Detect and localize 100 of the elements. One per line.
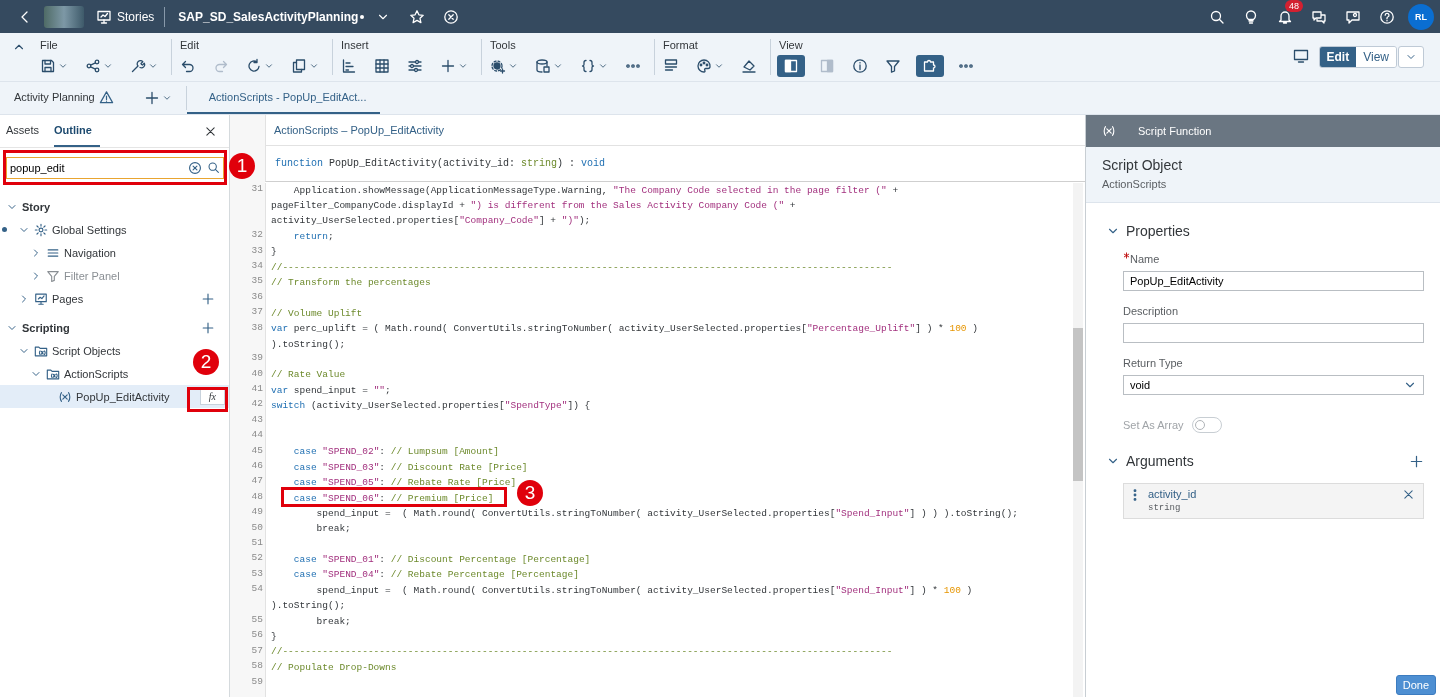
code-line: activity_UserSelected.properties["Company_Code"] + ")"); (271, 216, 591, 227)
code-line: case "SPEND_04": // Rebate Percentage [Percentage] (293, 570, 579, 581)
line-number: 51 (250, 537, 263, 550)
code-line: pageFilter_CompanyCode.displayId + ") is different from the Sales Activity Company Code (" + (271, 201, 796, 212)
script-folder-icon (34, 343, 48, 358)
code-line: case "SPEND_05": // Rebate Rate [Price] (293, 478, 517, 489)
line-number: 36 (250, 290, 263, 304)
tree-item[interactable]: Global Settings (52, 223, 127, 236)
mode-toggle[interactable]: Edit (1319, 47, 1357, 67)
settings-icon (34, 222, 48, 237)
scrollbar[interactable] (1073, 183, 1083, 697)
code-line: case "SPEND_03": // Discount Rate [Price] (293, 462, 528, 473)
code-line: break; (316, 524, 351, 535)
info-icon (852, 58, 868, 74)
left-panel-button[interactable] (777, 55, 805, 77)
text-field[interactable] (1123, 323, 1424, 343)
line-number: 44 (250, 429, 263, 443)
monitor-icon (1292, 47, 1309, 64)
code-line: ).toString(); (271, 339, 346, 350)
add-button[interactable] (201, 320, 215, 335)
code-line: case "SPEND_02": // Lumpsum [Amount] (293, 447, 500, 458)
text-field[interactable]: PopUp_EditActivity (1123, 271, 1424, 291)
line-number: 31 (250, 183, 263, 196)
code-line: spend_input = ( Math.round( ConvertUtils.stringToNumber( activity_UserSelected.properties["Spend_Input"] ) * 100 ) (316, 585, 973, 596)
highlight-frame (187, 387, 228, 412)
dropdown[interactable]: void (1123, 375, 1424, 395)
caret-icon (161, 93, 172, 103)
braces-icon (580, 58, 596, 74)
redo-icon (213, 58, 229, 74)
paint-bucket-icon (741, 58, 757, 74)
section-title[interactable]: Properties (1126, 223, 1190, 239)
field-label: Description (1123, 305, 1179, 317)
object-subtitle: ActionScripts (1102, 178, 1168, 190)
add-button[interactable] (201, 291, 215, 306)
gear-plus-icon (490, 58, 506, 74)
code-line: return; (293, 231, 334, 242)
user-avatar[interactable]: RL (1408, 3, 1434, 30)
tree-item[interactable]: PopUp_EditActivity (76, 390, 170, 403)
code-line: case "SPEND_06": // Premium [Price] (293, 493, 494, 504)
line-number: 57 (250, 644, 263, 658)
line-number: 45 (250, 444, 263, 458)
tree-item[interactable]: Story (22, 200, 51, 213)
bar-chart-icon (341, 58, 357, 74)
feedback-icon (1345, 8, 1361, 25)
tree-item[interactable]: Pages (52, 292, 84, 305)
left-panel-icon (783, 58, 799, 74)
line-number: 41 (250, 383, 263, 397)
field-label: Name (1130, 253, 1160, 265)
line-number: 53 (250, 567, 263, 581)
field-label: Set As Array (1123, 419, 1184, 431)
plus-icon (440, 58, 456, 74)
notifications-button[interactable]: 48 (1268, 2, 1302, 31)
argument-type: string (1148, 503, 1182, 513)
page-tab[interactable]: Activity Planning (0, 82, 124, 114)
refresh-icon (246, 58, 262, 74)
mode-toggle[interactable]: View (1356, 47, 1396, 67)
toolbar-group-label: Edit (179, 39, 199, 51)
stories-link[interactable]: Stories (96, 8, 155, 25)
tree-item[interactable]: ActionScripts (64, 367, 129, 380)
argument-card[interactable]: activity_id string (1123, 483, 1424, 519)
star-icon (409, 8, 426, 25)
line-number: 47 (250, 475, 263, 489)
line-number: 38 (250, 321, 263, 335)
puzzle-button[interactable] (916, 55, 944, 77)
right-panel-icon (819, 58, 835, 74)
line-number: 50 (250, 521, 263, 535)
remove-button[interactable] (1402, 488, 1415, 501)
tree-item[interactable]: Script Objects (52, 344, 121, 357)
bell-icon (1277, 8, 1293, 25)
line-number: 35 (250, 275, 263, 289)
code-line: //----------------------------------------------------------------------------------------------------------- (271, 647, 893, 658)
search-field[interactable]: popup_edit (6, 157, 224, 179)
table-icon (374, 58, 390, 74)
line-number: 32 (250, 229, 263, 243)
copy-icon (291, 58, 307, 74)
undo-icon (180, 58, 196, 74)
panel-tab[interactable]: Outline (54, 115, 100, 147)
sliders-icon (407, 58, 423, 74)
search-icon (1209, 8, 1225, 25)
toolbar-group-label: Format (662, 39, 698, 51)
tree-item[interactable]: Scripting (22, 321, 70, 334)
code-line: } (271, 632, 277, 642)
line-number: 54 (250, 583, 263, 597)
line-number: 55 (250, 613, 263, 627)
section-title[interactable]: Arguments (1126, 453, 1194, 469)
bulb-icon (1243, 8, 1259, 25)
toolbar-group-label: File (39, 39, 58, 51)
code-line: var spend_input = ""; (271, 385, 391, 396)
layout-icon (663, 58, 679, 74)
filter-icon (46, 268, 60, 283)
tree-item[interactable]: Navigation (64, 246, 116, 259)
database-icon (535, 58, 551, 74)
script-breadcrumb: ActionScripts – PopUp_EditActivity (265, 115, 1085, 146)
add-argument-button[interactable] (1409, 453, 1424, 469)
panel-tab[interactable]: Assets (6, 115, 47, 147)
share-icon (85, 58, 101, 74)
search-icon (207, 161, 220, 174)
line-number: 43 (250, 413, 263, 427)
line-number: 37 (250, 306, 263, 320)
code-line: Application.showMessage(ApplicationMessageType.Warning, "The Company Code selected in the page filter (" + (293, 185, 899, 196)
